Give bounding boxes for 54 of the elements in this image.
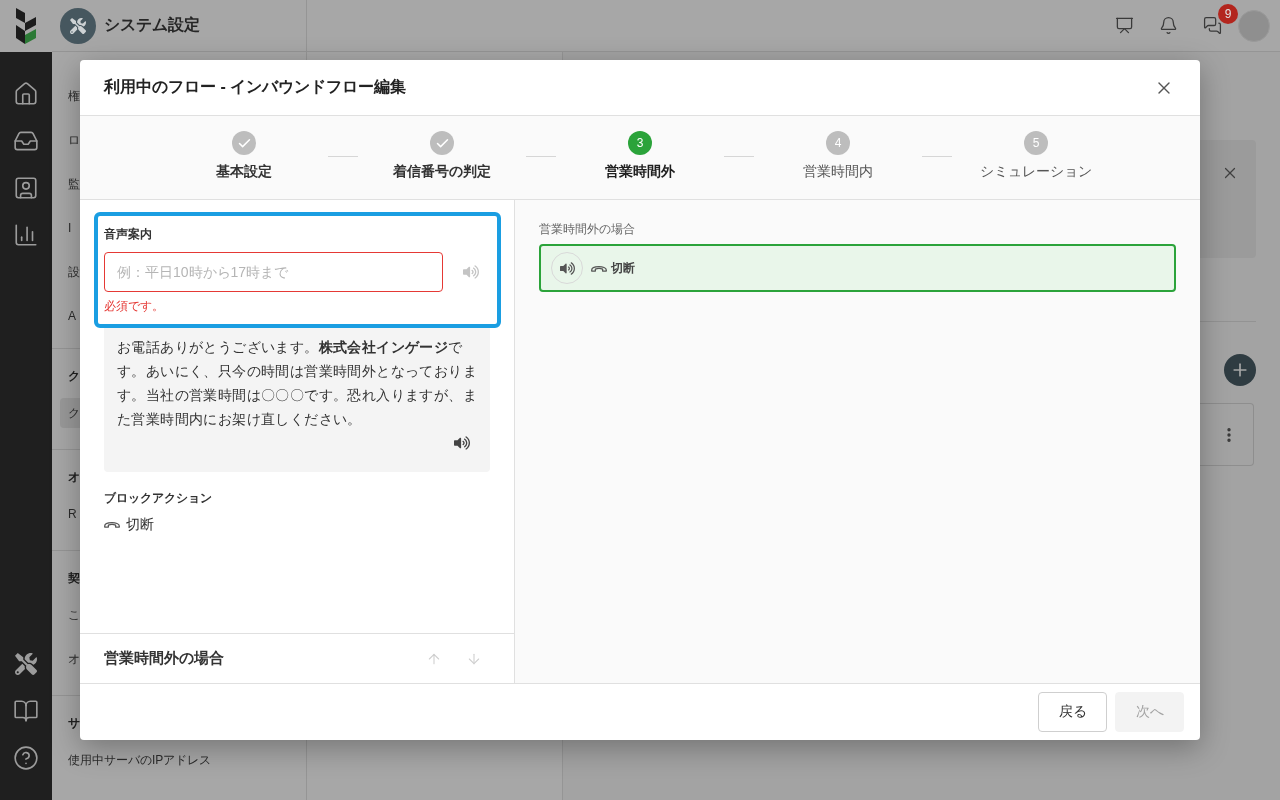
hang-up-icon xyxy=(591,264,607,272)
section-heading: 契 xyxy=(68,569,80,587)
flow-block[interactable]: 切断 xyxy=(539,244,1176,292)
back-button[interactable]: 戻る xyxy=(1038,692,1107,732)
preview-label: 営業時間外の場合 xyxy=(539,221,636,238)
field-label: 音声案内 xyxy=(104,226,153,243)
sidebar-item[interactable]: ク xyxy=(60,398,80,428)
section-heading: ク xyxy=(68,367,80,385)
sidebar-item[interactable]: オ xyxy=(60,647,80,671)
sidebar-item[interactable]: 権 xyxy=(60,84,80,108)
chat-icon[interactable] xyxy=(1202,16,1222,35)
field-label: ブロックアクション xyxy=(104,490,213,507)
step-label: 基本設定 xyxy=(216,162,272,181)
tools-icon xyxy=(60,7,96,44)
section-title: 営業時間外の場合 xyxy=(104,649,224,668)
action-text: 切断 xyxy=(611,259,635,277)
step-label: 着信番号の判定 xyxy=(393,162,491,181)
home-icon[interactable] xyxy=(13,80,39,107)
speaker-icon xyxy=(454,435,470,451)
tools-icon[interactable] xyxy=(15,652,37,675)
book-icon[interactable] xyxy=(13,697,39,724)
dialog-title: 利用中のフロー - インバウンドフロー編集 xyxy=(104,77,407,97)
add-button[interactable] xyxy=(1224,354,1256,386)
sidebar-item[interactable]: 監 xyxy=(60,172,80,196)
sidebar-item[interactable]: こ xyxy=(60,603,80,627)
help-icon[interactable] xyxy=(13,744,39,771)
play-button[interactable] xyxy=(454,435,470,451)
contact-card-icon[interactable] xyxy=(13,174,39,201)
section-heading: オ xyxy=(68,468,80,486)
sidebar-item[interactable]: 使用中サーバのIPアドレス xyxy=(60,748,212,772)
speaker-icon xyxy=(559,260,575,276)
sidebar-item[interactable]: A xyxy=(60,304,76,328)
sidebar-item[interactable]: ロ xyxy=(60,128,80,152)
sidebar-item[interactable]: I xyxy=(60,216,72,240)
step-label: 営業時間外 xyxy=(605,162,675,181)
step-number: 4 xyxy=(826,131,850,155)
sidebar-item[interactable]: R xyxy=(60,502,77,526)
logo-icon[interactable] xyxy=(15,8,37,44)
action-text: 切断 xyxy=(126,515,154,533)
speaker-icon xyxy=(463,264,479,280)
section-heading: サ xyxy=(68,714,80,732)
step-label: シミュレーション xyxy=(980,162,1092,181)
notification-icon[interactable] xyxy=(1158,16,1178,35)
step-number: 5 xyxy=(1024,131,1048,155)
step-label: 営業時間内 xyxy=(803,162,873,181)
presentation-board-icon[interactable] xyxy=(1114,16,1134,35)
hang-up-icon xyxy=(104,520,120,528)
notification-badge: 9 xyxy=(1218,3,1238,24)
sidebar-item[interactable]: 設 xyxy=(60,260,80,284)
input-field[interactable]: 例：平日10時から17時まで xyxy=(104,252,443,292)
page-title: システム設定 xyxy=(104,15,200,35)
step-number: 3 xyxy=(628,131,652,155)
error-message: 必須です。 xyxy=(104,298,165,314)
message-text: お電話ありがとうございます。株式会社インゲージです。あいにく、只今の時間は営業時間外となっております。当社の営業時間は〇〇〇です。恐れ入りますが、また営業時間内にお架け直しください。 xyxy=(117,338,478,429)
